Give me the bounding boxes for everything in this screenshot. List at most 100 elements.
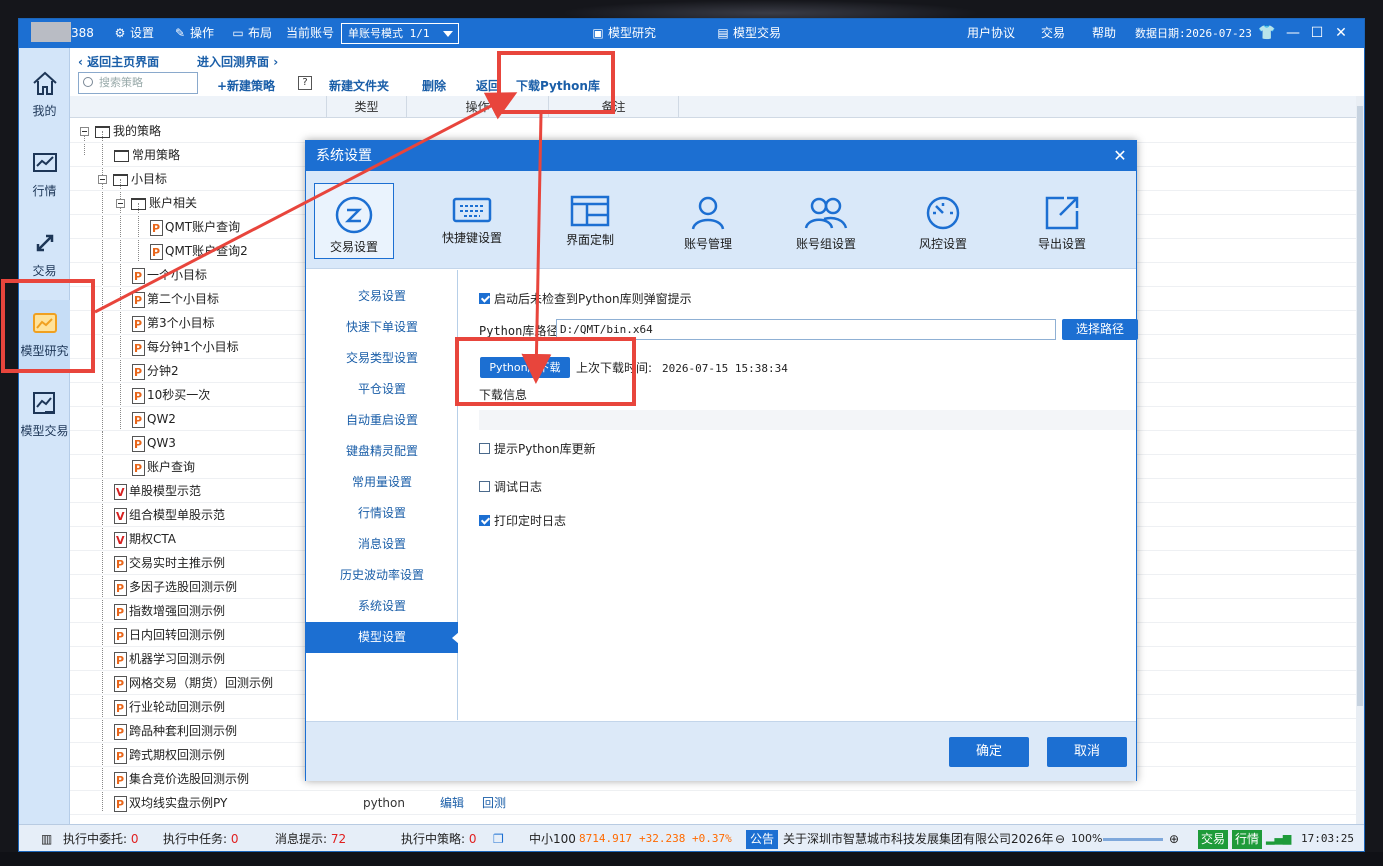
python-file-icon: P <box>114 699 127 716</box>
user-icon <box>691 196 725 230</box>
layout-menu[interactable]: ▭ 布局 <box>231 19 272 48</box>
python-file-icon: P <box>114 627 127 644</box>
side-trade-type[interactable]: 交易类型设置 <box>306 343 458 374</box>
account-mode-select[interactable]: 单账号模式 1/1 <box>341 23 459 44</box>
tab-trade-settings[interactable]: 交易设置 <box>314 183 394 259</box>
collapse-icon[interactable] <box>98 175 107 184</box>
debug-log-option[interactable]: 调试日志 <box>479 478 542 495</box>
python-file-icon: P <box>150 219 163 236</box>
python-file-icon: P <box>132 435 145 452</box>
operate-menu[interactable]: ✎ 操作 <box>173 19 214 48</box>
collapse-icon[interactable] <box>80 127 89 136</box>
settings-menu[interactable]: ⚙ 设置 <box>113 19 154 48</box>
python-file-icon: P <box>132 411 145 428</box>
side-trade-settings[interactable]: 交易设置 <box>306 281 458 312</box>
chevron-down-icon <box>443 31 453 37</box>
layout-icon: ▭ <box>232 26 244 40</box>
check-on-start-option[interactable]: 启动后未检查到Python库则弹窗提示 <box>479 290 692 307</box>
help-icon[interactable]: ? <box>298 76 312 90</box>
layout-icon <box>570 195 610 227</box>
window-icon[interactable]: ❐ <box>493 825 504 851</box>
row-type: python <box>363 796 405 810</box>
checkbox-unchecked[interactable] <box>479 481 490 492</box>
side-common-volume[interactable]: 常用量设置 <box>306 467 458 498</box>
tab-model-research[interactable]: ▣ 模型研究 <box>591 19 656 48</box>
highlight-box-download-link <box>497 51 615 114</box>
index-name: 中小100 <box>529 832 576 846</box>
help-menu[interactable]: 帮助 <box>1092 19 1116 48</box>
python-file-icon: P <box>132 339 145 356</box>
back-home-link[interactable]: ‹ 返回主页界面 <box>78 53 159 70</box>
tab-model-trading[interactable]: ▤ 模型交易 <box>716 19 781 48</box>
nav-model-trading[interactable]: 模型交易 <box>19 380 70 450</box>
trade-menu[interactable]: 交易 <box>1041 19 1065 48</box>
tab-export-settings[interactable]: 导出设置 <box>1022 183 1102 259</box>
user-agreement-link[interactable]: 用户协议 <box>967 19 1015 48</box>
ok-button[interactable]: 确定 <box>949 737 1029 767</box>
announcement-badge[interactable]: 公告 <box>746 830 778 849</box>
tree-item[interactable]: P 双均线实盘示例PY python 编辑 回测 <box>70 791 1360 815</box>
python-file-icon: P <box>114 651 127 668</box>
index-percent: +0.37% <box>692 832 732 845</box>
exec-orders[interactable]: 执行中委托: 0 <box>63 825 139 851</box>
enter-backtest-link[interactable]: 进入回测界面 › <box>197 53 278 70</box>
side-close-position[interactable]: 平仓设置 <box>306 374 458 405</box>
python-file-icon: P <box>150 243 163 260</box>
exchange-icon <box>36 234 53 252</box>
research-icon: ▣ <box>592 26 604 40</box>
scrollbar-thumb[interactable] <box>1357 106 1363 706</box>
new-folder-button[interactable]: 新建文件夹 <box>329 77 389 94</box>
announcement-text[interactable]: 关于深圳市智慧城市科技发展集团有限公司2026年 <box>783 825 1054 851</box>
edit-link[interactable]: 编辑 <box>440 791 464 815</box>
python-file-icon: P <box>132 363 145 380</box>
clock: 17:03:25 <box>1301 832 1354 845</box>
delete-button[interactable]: 删除 <box>422 77 446 94</box>
trade-status-tag[interactable]: 交易 <box>1198 830 1229 849</box>
quote-status-tag[interactable]: 行情 <box>1232 830 1263 849</box>
side-auto-restart[interactable]: 自动重启设置 <box>306 405 458 436</box>
nav-my[interactable]: 我的 <box>19 60 70 130</box>
tab-ui-custom[interactable]: 界面定制 <box>550 183 630 259</box>
settings-tabs: 交易设置 快捷键设置 界面定制 账号管理 账号组设置 风控设置 导出设置 <box>306 171 1136 269</box>
new-strategy-button[interactable]: +新建策略 <box>217 77 275 94</box>
tab-account-manage[interactable]: 账号管理 <box>668 183 748 259</box>
keyboard-icon <box>452 197 492 223</box>
choose-path-button[interactable]: 选择路径 <box>1062 319 1138 340</box>
maximize-button[interactable]: ☐ <box>1304 19 1330 48</box>
checkbox-unchecked[interactable] <box>479 443 490 454</box>
side-quote-settings[interactable]: 行情设置 <box>306 498 458 529</box>
minimize-button[interactable]: — <box>1280 19 1306 48</box>
exec-tasks[interactable]: 执行中任务: 0 <box>163 825 239 851</box>
side-message-settings[interactable]: 消息设置 <box>306 529 458 560</box>
collapse-icon[interactable] <box>116 199 125 208</box>
search-icon <box>83 77 93 87</box>
checkbox-checked[interactable] <box>479 293 490 304</box>
message-count[interactable]: 消息提示: 72 <box>275 825 346 851</box>
vba-file-icon: V <box>114 531 127 548</box>
cancel-button[interactable]: 取消 <box>1047 737 1127 767</box>
dialog-close-icon[interactable]: ✕ <box>1110 141 1130 171</box>
nav-quotes[interactable]: 行情 <box>19 140 70 210</box>
side-system-settings[interactable]: 系统设置 <box>306 591 458 622</box>
skin-icon[interactable]: 👕 <box>1254 19 1280 48</box>
prompt-update-option[interactable]: 提示Python库更新 <box>479 440 596 457</box>
strategy-table-header: 类型 操作 备注 <box>70 96 1356 118</box>
edit-icon: ✎ <box>174 26 186 40</box>
exec-strategy[interactable]: 执行中策略: 0 <box>401 825 477 851</box>
backtest-link[interactable]: 回测 <box>482 791 506 815</box>
vertical-scrollbar[interactable] <box>1356 96 1364 824</box>
tab-account-group[interactable]: 账号组设置 <box>786 183 866 259</box>
tab-risk-control[interactable]: 风控设置 <box>903 183 983 259</box>
side-keyboard-wizard[interactable]: 键盘精灵配置 <box>306 436 458 467</box>
zoom-out-icon[interactable]: ⊖ <box>1055 825 1065 851</box>
zoom-slider[interactable] <box>1103 838 1163 841</box>
side-model-settings[interactable]: 模型设置 <box>306 622 459 653</box>
side-hist-volatility[interactable]: 历史波动率设置 <box>306 560 458 591</box>
checkbox-checked[interactable] <box>479 515 490 526</box>
tab-shortcut-settings[interactable]: 快捷键设置 <box>432 183 512 259</box>
timer-log-option[interactable]: 打印定时日志 <box>479 512 566 529</box>
search-input[interactable]: 搜索策略 <box>78 72 198 94</box>
side-quick-order[interactable]: 快速下单设置 <box>306 312 458 343</box>
zoom-in-icon[interactable]: ⊕ <box>1169 825 1179 851</box>
close-button[interactable]: ✕ <box>1328 19 1354 48</box>
